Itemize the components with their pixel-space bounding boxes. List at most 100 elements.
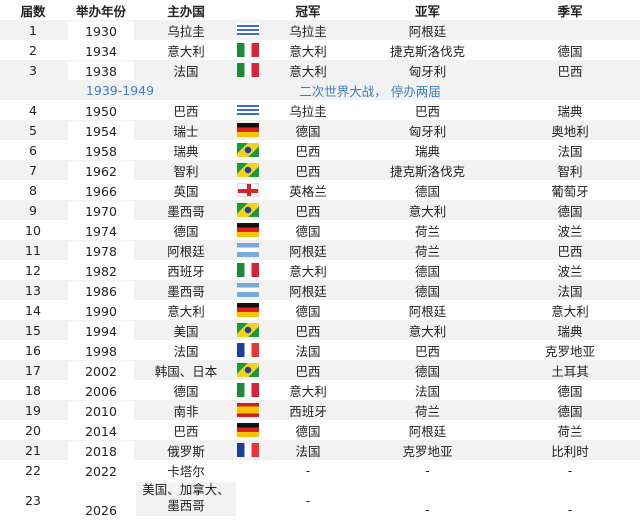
england-flag-icon bbox=[237, 183, 259, 197]
third-place-cell: 德国 bbox=[557, 383, 583, 399]
champion-cell: 意大利 bbox=[289, 383, 327, 399]
edition-cell: 8 bbox=[29, 182, 37, 198]
runner-up-cell: 阿根廷 bbox=[408, 423, 447, 439]
champion-cell: 巴西 bbox=[295, 323, 321, 339]
edition-cell: 4 bbox=[29, 102, 37, 118]
runner-up-cell: 意大利 bbox=[408, 323, 447, 339]
year-cell: 1982 bbox=[68, 260, 134, 280]
third-place-cell: 德国 bbox=[557, 43, 583, 59]
edition-cell: 16 bbox=[25, 342, 41, 358]
champion-cell: 德国 bbox=[295, 223, 321, 239]
header-edition: 届数 bbox=[20, 3, 46, 19]
brazil-flag-icon bbox=[237, 163, 259, 177]
header-third: 季军 bbox=[557, 3, 583, 19]
italy-flag-icon bbox=[237, 263, 259, 277]
runner-up-cell: 德国 bbox=[414, 283, 440, 299]
host-cell: 西班牙 bbox=[167, 263, 205, 279]
edition-cell: 14 bbox=[25, 302, 41, 318]
runner-up-cell: 德国 bbox=[414, 363, 440, 379]
runner-up-cell: - bbox=[425, 462, 430, 478]
brazil-flag-icon bbox=[237, 323, 259, 337]
edition-cell: 7 bbox=[29, 162, 37, 178]
brazil-flag-icon bbox=[237, 363, 259, 377]
year-cell: 1986 bbox=[68, 280, 134, 300]
uruguay-flag-icon bbox=[237, 103, 259, 117]
table-row: 1 1930 乌拉圭 乌拉圭 阿根廷 bbox=[0, 20, 640, 40]
edition-cell: 1 bbox=[29, 22, 37, 38]
germany-flag-icon bbox=[237, 303, 259, 317]
host-cell: 瑞士 bbox=[173, 123, 199, 139]
third-place-cell: 波兰 bbox=[557, 223, 583, 239]
runner-up-cell: 荷兰 bbox=[414, 403, 440, 419]
edition-cell: 20 bbox=[25, 422, 41, 438]
third-place-cell: 法国 bbox=[557, 283, 583, 299]
third-place-cell: 德国 bbox=[557, 203, 583, 219]
table-row: 15 1994 美国 巴西 意大利 瑞典 bbox=[0, 320, 640, 340]
champion-cell: 德国 bbox=[295, 423, 321, 439]
year-cell: 1994 bbox=[68, 320, 134, 340]
runner-up-cell: 法国 bbox=[414, 383, 440, 399]
third-place-cell: 瑞典 bbox=[557, 323, 583, 339]
brazil-flag-icon bbox=[237, 203, 259, 217]
host-line-1: 美国、加拿大、 bbox=[142, 482, 230, 497]
host-cell: 德国 bbox=[173, 383, 199, 399]
edition-cell: 2 bbox=[29, 42, 37, 58]
year-cell: 1938 bbox=[68, 60, 134, 80]
edition-cell: 9 bbox=[29, 202, 37, 218]
table-row: 10 1974 德国 德国 荷兰 波兰 bbox=[0, 220, 640, 240]
table-row: 22 2022 卡塔尔 - - - bbox=[0, 460, 640, 480]
runner-up-cell: - bbox=[425, 502, 430, 517]
runner-up-cell: 阿根廷 bbox=[408, 23, 447, 39]
champion-cell: - bbox=[305, 462, 311, 478]
header-champion: 冠军 bbox=[295, 3, 321, 19]
third-place-cell: 瑞典 bbox=[557, 103, 583, 119]
italy-flag-icon bbox=[237, 63, 259, 77]
argentina-flag-icon bbox=[237, 243, 259, 257]
table-row: 3 1938 法国 意大利 匈牙利 巴西 bbox=[0, 60, 640, 80]
table-row: 21 2018 俄罗斯 法国 克罗地亚 比利时 bbox=[0, 440, 640, 460]
host-line-2: 墨西哥 bbox=[167, 498, 205, 513]
champion-cell: 巴西 bbox=[295, 363, 321, 379]
champion-cell: 德国 bbox=[295, 303, 321, 319]
table-row: 13 1986 墨西哥 阿根廷 德国 法国 bbox=[0, 280, 640, 300]
year-cell: 2018 bbox=[68, 440, 134, 460]
year-cell: 1950 bbox=[68, 100, 134, 120]
edition-cell: 22 bbox=[25, 462, 41, 478]
edition-cell: 11 bbox=[25, 242, 41, 258]
table-row: 16 1998 法国 法国 巴西 克罗地亚 bbox=[0, 340, 640, 360]
host-cell: 巴西 bbox=[173, 103, 199, 119]
runner-up-cell: 意大利 bbox=[408, 203, 447, 219]
champion-cell: 巴西 bbox=[295, 163, 321, 179]
year-cell: 1978 bbox=[68, 240, 134, 260]
table-row: 8 1966 英国 英格兰 德国 葡萄牙 bbox=[0, 180, 640, 200]
edition-cell: 12 bbox=[25, 262, 41, 278]
year-cell: 1970 bbox=[68, 200, 134, 220]
host-cell: 阿根廷 bbox=[167, 243, 205, 259]
table-row: 5 1954 瑞士 德国 匈牙利 奥地利 bbox=[0, 120, 640, 140]
runner-up-cell: 荷兰 bbox=[414, 223, 440, 239]
year-cell: 1974 bbox=[68, 220, 134, 240]
france-flag-icon bbox=[237, 443, 259, 457]
edition-cell: 6 bbox=[29, 142, 37, 158]
host-cell: 美国 bbox=[173, 323, 199, 339]
host-cell: 法国 bbox=[173, 343, 199, 359]
third-place-cell: - bbox=[567, 502, 573, 517]
third-place-cell: - bbox=[567, 462, 573, 478]
header-host: 主办国 bbox=[167, 3, 205, 19]
host-cell: 墨西哥 bbox=[167, 283, 205, 299]
runner-up-cell: 瑞典 bbox=[414, 143, 440, 159]
host-cell: 韩国、日本 bbox=[154, 363, 218, 379]
uruguay-flag-icon bbox=[237, 23, 259, 37]
host-cell: 俄罗斯 bbox=[167, 443, 205, 459]
year-cell: 1966 bbox=[68, 180, 134, 200]
germany-flag-icon bbox=[237, 223, 259, 237]
runner-up-cell: 阿根廷 bbox=[408, 303, 447, 319]
champion-cell: 阿根廷 bbox=[289, 243, 327, 259]
third-place-cell: 奥地利 bbox=[551, 123, 589, 139]
champion-cell: 巴西 bbox=[295, 203, 321, 219]
table-row: 20 2014 巴西 德国 阿根廷 荷兰 bbox=[0, 420, 640, 440]
year-cell: 2026 bbox=[68, 500, 134, 519]
third-place-cell: 波兰 bbox=[557, 263, 583, 279]
france-flag-icon bbox=[237, 343, 259, 357]
champion-cell: 乌拉圭 bbox=[289, 23, 327, 39]
